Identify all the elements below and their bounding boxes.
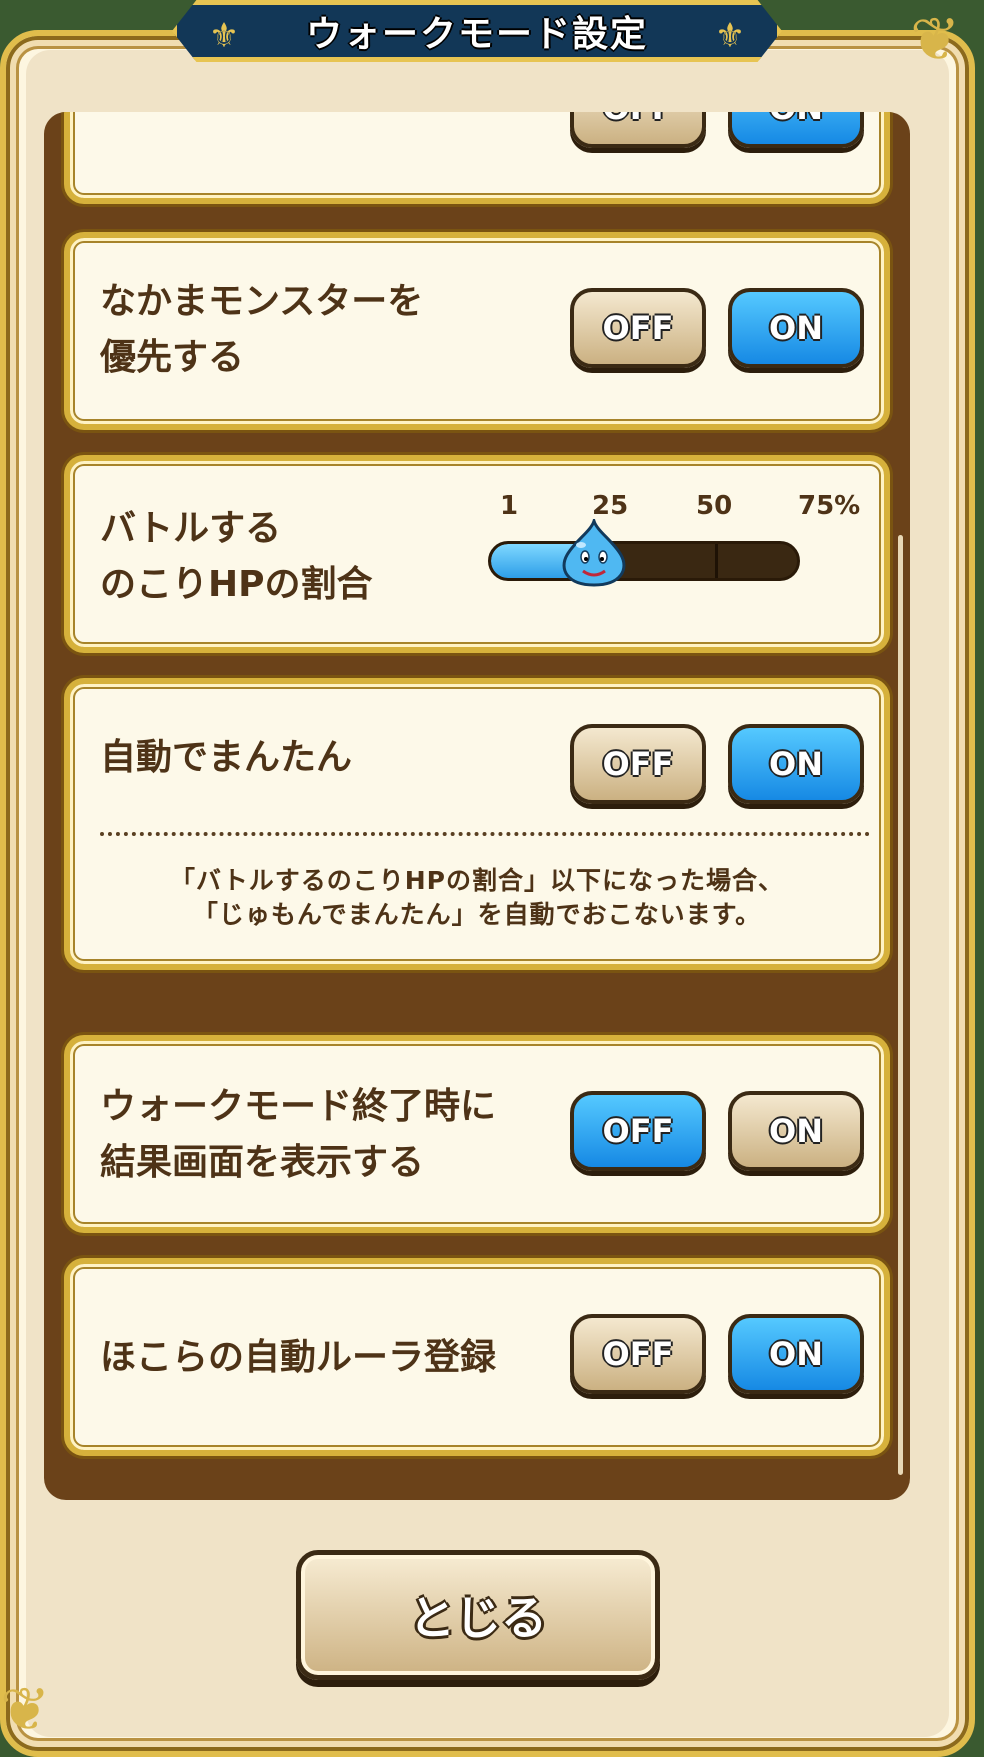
battle-hp-label: バトルする のこりHPの割合: [100, 508, 373, 605]
partial-on-button[interactable]: ON: [728, 112, 864, 148]
result-screen-label: ウォークモード終了時に 結果画面を表示する: [100, 1086, 497, 1183]
partial-off-button[interactable]: OFF: [570, 112, 706, 148]
setting-card-partial: OFF ON: [64, 112, 890, 204]
title-banner: ⚜ ウォークモード設定 ⚜: [172, 0, 782, 62]
auto-rula-off-button[interactable]: OFF: [570, 1314, 706, 1394]
companion-label: なかまモンスターを 優先する: [100, 281, 424, 378]
fleur-icon-left: ⚜: [208, 16, 240, 56]
auto-heal-label: 自動でまんたん: [100, 737, 353, 778]
slider-divider-50: [715, 544, 718, 578]
dotted-divider: [100, 832, 870, 836]
tick-label-25: 25: [592, 491, 629, 521]
setting-card-battle-hp: バトルする のこりHPの割合 1 25 50 75%: [64, 455, 890, 653]
setting-card-auto-heal: 自動でまんたん OFF ON 「バトルするのこりHPの割合」以下になった場合、 …: [64, 678, 890, 970]
hp-slider-track[interactable]: [488, 541, 800, 581]
corner-ornament-top-right: ❦: [910, 5, 961, 75]
result-screen-on-button[interactable]: ON: [728, 1091, 864, 1171]
corner-ornament-bottom-left: ❦: [0, 1675, 51, 1745]
companion-on-button[interactable]: ON: [728, 288, 864, 368]
dialog-title: ウォークモード設定: [305, 14, 648, 55]
result-screen-off-button[interactable]: OFF: [570, 1091, 706, 1171]
auto-heal-off-button[interactable]: OFF: [570, 724, 706, 804]
tick-label-75: 75%: [798, 491, 861, 521]
setting-card-auto-rula: ほこらの自動ルーラ登録 OFF ON: [64, 1258, 890, 1456]
companion-off-button[interactable]: OFF: [570, 288, 706, 368]
setting-card-companion: なかまモンスターを 優先する OFF ON: [64, 232, 890, 430]
list-scrollbar[interactable]: [898, 535, 903, 1475]
tick-label-50: 50: [696, 491, 733, 521]
auto-rula-label: ほこらの自動ルーラ登録: [100, 1337, 497, 1378]
slime-slider-handle-icon[interactable]: [557, 519, 631, 589]
close-button[interactable]: とじる: [296, 1550, 660, 1680]
auto-heal-on-button[interactable]: ON: [728, 724, 864, 804]
fleur-icon-right: ⚜: [714, 16, 746, 56]
settings-list[interactable]: OFF ON なかまモンスターを 優先する OFF ON バトルする のこりHP…: [44, 112, 910, 1500]
auto-heal-description: 「バトルするのこりHPの割合」以下になった場合、 「じゅもんでまんたん」を自動で…: [170, 866, 784, 929]
auto-rula-on-button[interactable]: ON: [728, 1314, 864, 1394]
tick-label-1: 1: [500, 491, 519, 521]
setting-card-result-screen: ウォークモード終了時に 結果画面を表示する OFF ON: [64, 1035, 890, 1233]
